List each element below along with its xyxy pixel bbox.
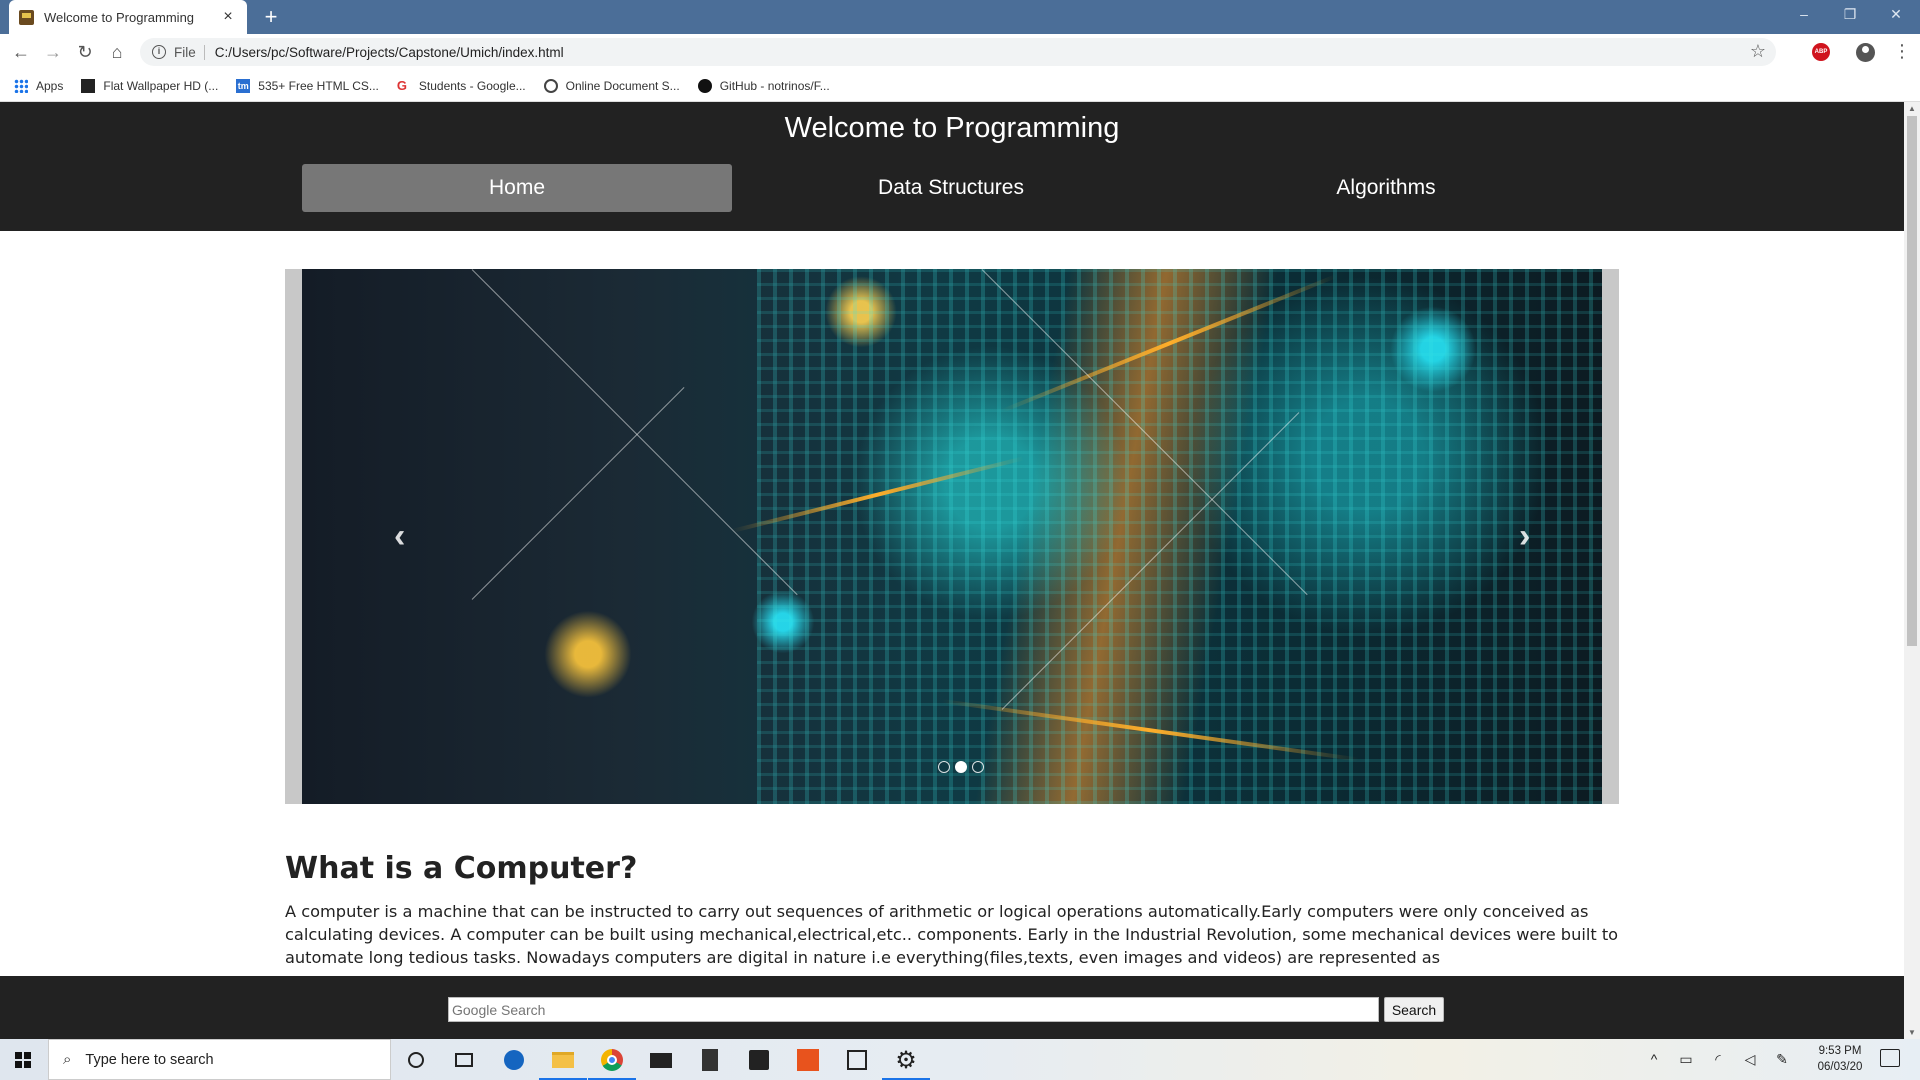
- scrollbar-thumb[interactable]: [1907, 116, 1917, 646]
- carousel-indicator-1[interactable]: [938, 761, 950, 773]
- restore-button[interactable]: ❐: [1828, 0, 1872, 30]
- scroll-up-icon[interactable]: ▲: [1908, 104, 1916, 113]
- edge-button[interactable]: [500, 1046, 528, 1074]
- browser-toolbar: ← → ↻ ⌂ i File C:/Users/pc/Software/Proj…: [0, 34, 1920, 70]
- site-footer: Search: [0, 976, 1904, 1039]
- wifi-icon[interactable]: ◜: [1704, 1039, 1732, 1080]
- bookmark-flat-wallpaper[interactable]: Flat Wallpaper HD (...: [81, 78, 218, 93]
- carousel-indicator-2[interactable]: [955, 761, 967, 773]
- mail-button[interactable]: [647, 1046, 675, 1074]
- image-carousel: ‹ ›: [285, 269, 1619, 804]
- task-view-icon: [455, 1053, 473, 1067]
- edge-icon: [504, 1050, 524, 1070]
- github-icon: [697, 78, 712, 93]
- taskbar-search-placeholder: Type here to search: [85, 1051, 214, 1068]
- carousel-indicator-3[interactable]: [972, 761, 984, 773]
- store-button[interactable]: [745, 1046, 773, 1074]
- tm-icon: tm: [236, 78, 251, 93]
- url-text[interactable]: C:/Users/pc/Software/Projects/Capstone/U…: [215, 45, 564, 60]
- windows-taskbar: ⌕ Type here to search ⚙ ^ ▭ ◜ ◁ ✎ 9:53 P…: [0, 1039, 1920, 1080]
- calendar-button[interactable]: [843, 1046, 871, 1074]
- scheme-label: File: [174, 44, 205, 60]
- office-button[interactable]: [794, 1046, 822, 1074]
- forward-button[interactable]: →: [40, 40, 66, 64]
- file-explorer-icon: [552, 1052, 574, 1068]
- close-window-button[interactable]: ✕: [1874, 0, 1918, 30]
- reload-button[interactable]: ↻: [72, 40, 98, 64]
- nav-home[interactable]: Home: [302, 164, 732, 212]
- nav-algorithms[interactable]: Algorithms: [1171, 164, 1601, 212]
- globe-icon: [543, 78, 558, 93]
- start-button[interactable]: [0, 1039, 48, 1080]
- page-scrollbar[interactable]: ▲ ▼: [1904, 102, 1920, 1039]
- site-header: Welcome to Programming Home Data Structu…: [0, 102, 1904, 231]
- google-icon: G: [396, 77, 408, 93]
- browser-menu-icon[interactable]: ⋮: [1893, 41, 1911, 61]
- tab-title: Welcome to Programming: [44, 9, 195, 25]
- browser-tab[interactable]: Welcome to Programming ×: [9, 0, 247, 34]
- clock-date: 06/03/20: [1817, 1061, 1863, 1073]
- bookmark-apps[interactable]: Apps: [14, 78, 63, 93]
- watermark-line: [471, 387, 685, 600]
- page-title: Welcome to Programming: [784, 112, 1120, 144]
- carousel-slide-image: ‹ ›: [302, 269, 1602, 804]
- calendar-icon: [847, 1050, 867, 1070]
- task-view-button[interactable]: [450, 1046, 478, 1074]
- page-viewport: Welcome to Programming Home Data Structu…: [0, 102, 1904, 1039]
- show-hidden-icons-button[interactable]: ^: [1642, 1039, 1666, 1080]
- pen-icon[interactable]: ✎: [1768, 1039, 1796, 1080]
- office-icon: [797, 1049, 819, 1071]
- section-heading: What is a Computer?: [285, 851, 638, 886]
- windows-logo-icon: [15, 1052, 31, 1068]
- search-button[interactable]: Search: [1384, 997, 1444, 1022]
- cortana-icon: [408, 1052, 424, 1068]
- calculator-button[interactable]: [696, 1046, 724, 1074]
- carousel-indicators: [938, 761, 984, 773]
- back-button[interactable]: ←: [8, 40, 34, 64]
- minimize-button[interactable]: –: [1782, 0, 1826, 30]
- home-button[interactable]: ⌂: [104, 40, 130, 64]
- new-tab-button[interactable]: +: [258, 4, 284, 30]
- scroll-down-icon[interactable]: ▼: [1908, 1028, 1916, 1037]
- chrome-icon: [601, 1049, 623, 1071]
- cortana-button[interactable]: [402, 1046, 430, 1074]
- wallpaper-icon: [81, 78, 96, 93]
- profile-icon[interactable]: [1856, 43, 1875, 62]
- browser-titlebar: Welcome to Programming × + – ❐ ✕: [0, 0, 1920, 34]
- mail-icon: [650, 1052, 672, 1068]
- carousel-prev-icon[interactable]: ‹: [394, 517, 405, 556]
- notifications-icon[interactable]: [1880, 1049, 1900, 1067]
- address-bar[interactable]: i File C:/Users/pc/Software/Projects/Cap…: [140, 38, 1776, 66]
- search-icon: ⌕: [63, 1051, 72, 1068]
- bookmark-github[interactable]: GitHub - notrinos/F...: [697, 78, 830, 93]
- taskbar-clock[interactable]: 9:53 PM 06/03/20: [1800, 1043, 1880, 1075]
- apps-grid-icon: [14, 78, 28, 93]
- carousel-next-icon[interactable]: ›: [1519, 517, 1530, 556]
- watermark-line: [471, 269, 798, 596]
- google-search-input[interactable]: [448, 997, 1379, 1022]
- settings-button[interactable]: ⚙: [882, 1046, 930, 1080]
- bookmark-students-google[interactable]: G Students - Google...: [396, 77, 526, 93]
- bookmarks-bar: Apps Flat Wallpaper HD (... tm 535+ Free …: [0, 70, 1920, 102]
- calculator-icon: [702, 1049, 718, 1071]
- battery-icon[interactable]: ▭: [1672, 1039, 1700, 1080]
- bookmark-free-html[interactable]: tm 535+ Free HTML CS...: [236, 78, 379, 93]
- volume-icon[interactable]: ◁: [1736, 1039, 1764, 1080]
- clock-time: 9:53 PM: [1818, 1045, 1862, 1057]
- settings-icon: ⚙: [895, 1046, 917, 1074]
- bookmark-star-icon[interactable]: ☆: [1750, 41, 1766, 62]
- section-paragraph: A computer is a machine that can be inst…: [285, 902, 1619, 967]
- site-info-icon[interactable]: i: [152, 45, 166, 59]
- site-favicon-icon: [19, 9, 34, 25]
- chrome-button[interactable]: [588, 1046, 636, 1080]
- store-icon: [749, 1050, 769, 1070]
- adblock-icon[interactable]: ABP: [1812, 43, 1830, 61]
- taskbar-search-box[interactable]: ⌕ Type here to search: [48, 1039, 391, 1080]
- bookmark-online-document[interactable]: Online Document S...: [543, 78, 680, 93]
- file-explorer-button[interactable]: [539, 1046, 587, 1080]
- nav-data-structures[interactable]: Data Structures: [736, 164, 1166, 212]
- binary-code-pattern: [757, 269, 1602, 804]
- tab-close-icon[interactable]: ×: [219, 8, 237, 26]
